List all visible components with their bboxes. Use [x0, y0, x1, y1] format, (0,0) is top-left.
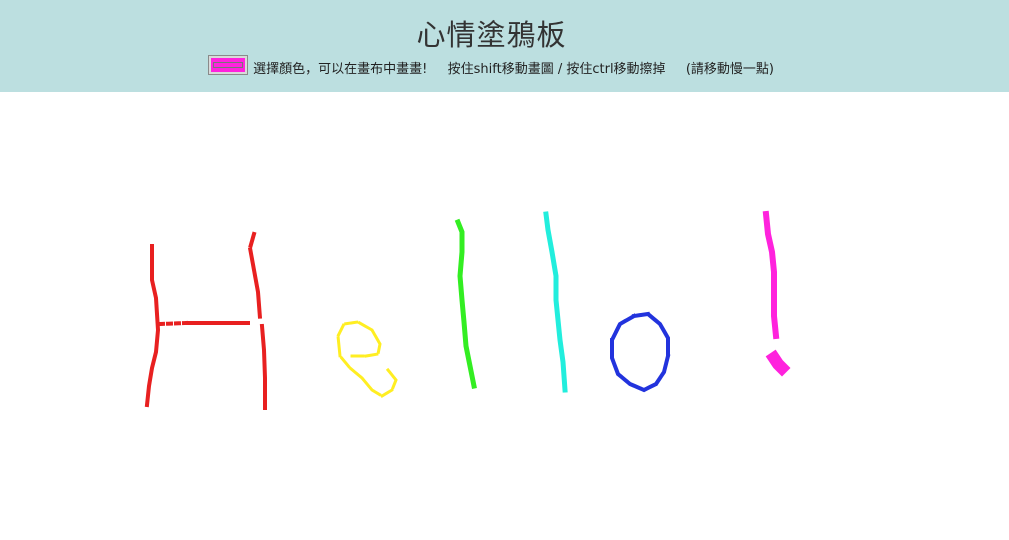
shift-ctrl-hint: 按住shift移動畫圖 / 按住ctrl移動擦掉 — [447, 62, 666, 77]
l1-stroke — [454, 218, 477, 389]
H-right-stroke-top — [247, 231, 263, 321]
slow-move-hint: (請移動慢一點) — [685, 62, 774, 77]
page-title: 心情塗鴉板 — [416, 18, 567, 52]
exclamation-stroke — [762, 210, 780, 340]
exclamation-dot — [765, 349, 791, 377]
H-crossbar — [157, 320, 189, 327]
l2-stroke — [543, 211, 568, 393]
H-right-stroke-bottom — [259, 323, 267, 410]
toolbar: 選擇顏色，可以在畫布中畫畫! 按住shift移動畫圖 / 按住ctrl移動擦掉 … — [0, 54, 983, 77]
o-stroke — [610, 311, 670, 393]
drawing-canvas[interactable] — [0, 92, 1009, 540]
instruction-text: 選擇顏色，可以在畫布中畫畫! — [253, 62, 428, 77]
H-left-stroke — [144, 244, 161, 408]
drawing-surface[interactable] — [0, 92, 1009, 540]
header-bar: 心情塗鴉板 選擇顏色，可以在畫布中畫畫! 按住shift移動畫圖 / 按住ctr… — [0, 0, 1009, 92]
color-picker-input[interactable] — [208, 54, 248, 75]
e-stroke — [336, 320, 398, 398]
